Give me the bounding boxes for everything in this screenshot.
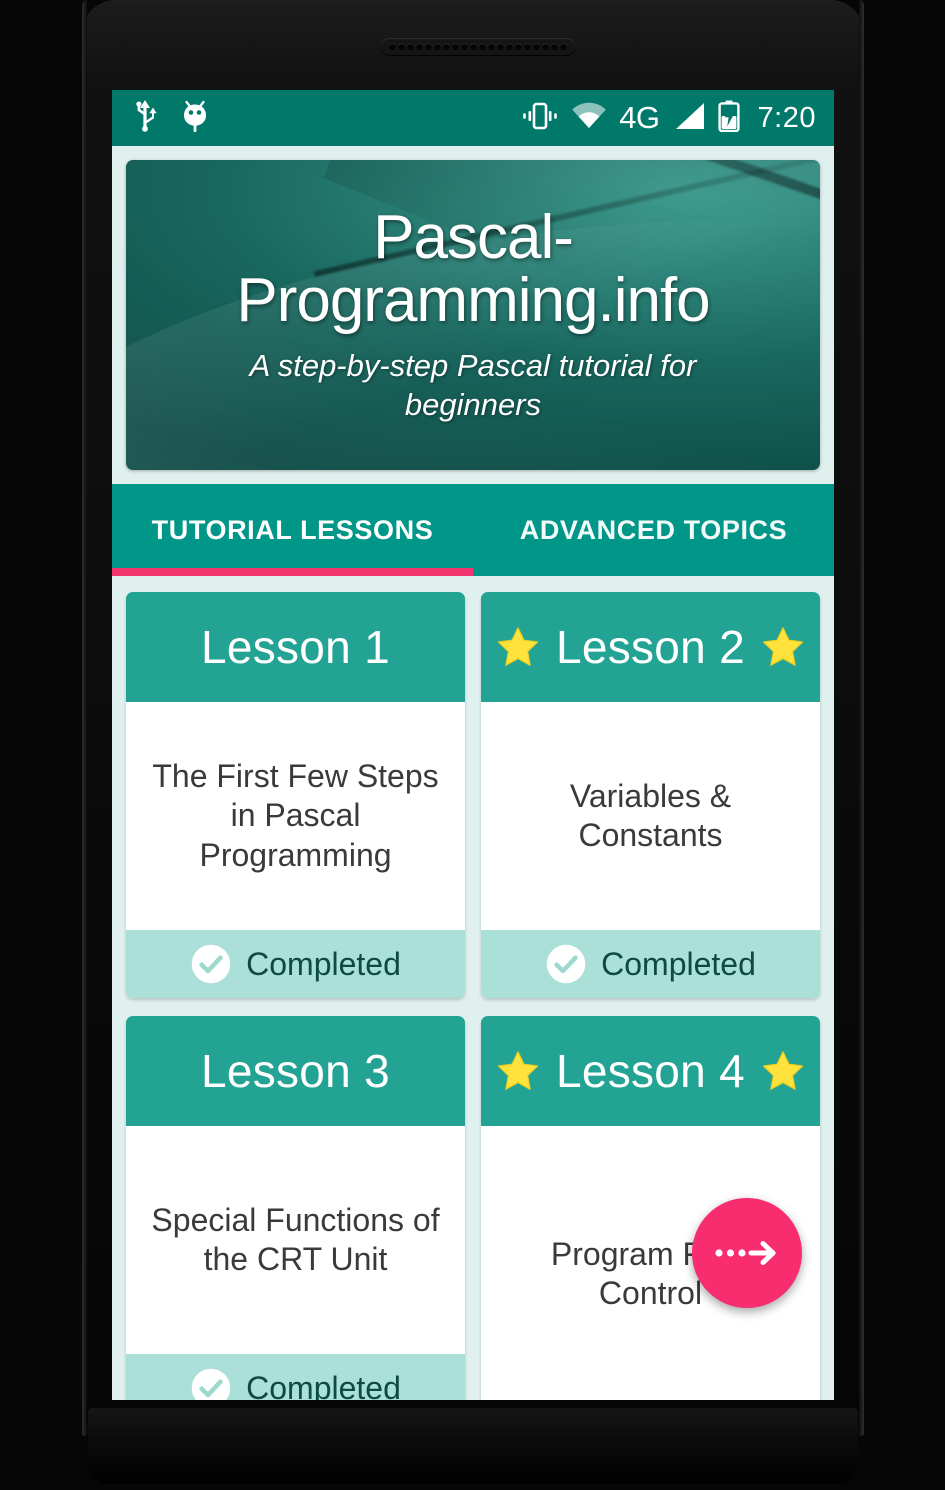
lesson-title: Lesson 1 <box>200 621 391 673</box>
lesson-description: Special Functions of the CRT Unit <box>151 1201 440 1277</box>
lesson-card-header: Lesson 3 <box>126 1016 465 1126</box>
phone-screen: 4G 7:20 Pascal-Programming.info A step-b… <box>112 90 834 1400</box>
lesson-title: Lesson 3 <box>200 1045 391 1097</box>
lesson-status-label: Completed <box>246 945 401 982</box>
lesson-title: Lesson 4 <box>555 1045 746 1097</box>
app-banner-container: Pascal-Programming.info A step-by-step P… <box>112 146 834 470</box>
usb-icon <box>132 99 158 137</box>
app-banner: Pascal-Programming.info A step-by-step P… <box>126 160 820 470</box>
lesson-status-label: Completed <box>246 1369 401 1401</box>
lesson-card-header: Lesson 2 <box>481 592 820 702</box>
tab-bar: TUTORIAL LESSONS ADVANCED TOPICS <box>112 484 834 576</box>
earpiece-speaker <box>381 38 575 55</box>
signal-icon <box>672 102 706 135</box>
star-icon <box>497 1051 539 1090</box>
status-bar-left-icons <box>132 99 210 138</box>
star-icon <box>497 627 539 666</box>
status-bar-clock: 7:20 <box>757 101 816 134</box>
lesson-status-badge: Completed <box>126 930 465 998</box>
lesson-card-body: Special Functions of the CRT Unit <box>126 1126 465 1354</box>
check-circle-icon <box>546 944 586 984</box>
status-bar: 4G 7:20 <box>112 90 834 146</box>
lesson-status-label: Completed <box>601 945 756 982</box>
android-debug-icon <box>180 99 210 138</box>
star-icon <box>762 1051 804 1090</box>
lesson-card[interactable]: Lesson 3 Special Functions of the CRT Uni… <box>126 1016 465 1400</box>
lesson-card-header: Lesson 4 <box>481 1016 820 1126</box>
lesson-status-badge: Completed <box>481 930 820 998</box>
vibrate-icon <box>521 101 559 136</box>
phone-device: 4G 7:20 Pascal-Programming.info A step-b… <box>0 0 945 1490</box>
battery-charging-icon <box>717 100 740 137</box>
phone-edge-right <box>859 0 864 1436</box>
lesson-title: Lesson 2 <box>555 621 746 673</box>
star-icon <box>762 627 804 666</box>
status-bar-right-icons: 4G 7:20 <box>521 100 816 137</box>
phone-bottom-bezel <box>88 1408 858 1484</box>
lesson-card-body: The First Few Steps in Pascal Programmin… <box>126 702 465 930</box>
check-circle-icon <box>191 1368 231 1400</box>
lesson-card[interactable]: Lesson 1 The First Few Steps in Pascal Pr… <box>126 592 465 998</box>
lesson-description: The First Few Steps in Pascal Programmin… <box>152 758 439 873</box>
tab-active-indicator <box>112 568 473 576</box>
network-type-label: 4G <box>619 100 660 135</box>
app-title: Pascal-Programming.info <box>236 202 710 335</box>
lesson-card-body: Variables & Constants <box>481 702 820 930</box>
lesson-card[interactable]: Lesson 2 Variables & Constants Completed <box>481 592 820 998</box>
lesson-description: Variables & Constants <box>569 777 732 853</box>
tab-advanced-topics[interactable]: ADVANCED TOPICS <box>473 484 834 576</box>
lesson-status-badge: Completed <box>126 1354 465 1400</box>
phone-edge-left <box>82 0 87 1436</box>
app-subtitle: A step-by-step Pascal tutorial for begin… <box>249 348 697 423</box>
tab-tutorial-lessons[interactable]: TUTORIAL LESSONS <box>112 484 473 576</box>
next-fab-button[interactable] <box>692 1198 802 1308</box>
lesson-card-header: Lesson 1 <box>126 592 465 702</box>
wifi-icon <box>571 102 607 135</box>
dots-arrow-right-icon <box>715 1241 776 1265</box>
check-circle-icon <box>191 944 231 984</box>
